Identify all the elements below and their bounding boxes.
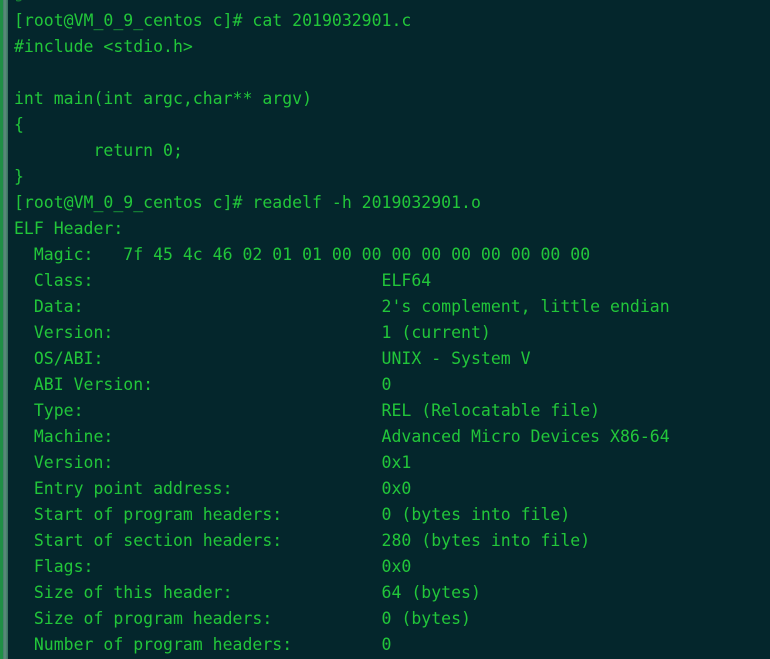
terminal-line: Flags: 0x0 [14,557,412,576]
terminal-scrollbar[interactable] [3,0,8,659]
terminal-line: Class: ELF64 [14,271,432,290]
clipped-previous-line: g [14,0,24,6]
terminal-line: [root@VM_0_9_centos c]# readelf -h 20190… [14,193,481,212]
terminal-screen[interactable]: g [root@VM_0_9_centos c]# [root@VM_0_9_c… [0,0,770,659]
terminal-line: { [14,115,24,134]
terminal-line: Data: 2's complement, little endian [14,297,670,316]
terminal-line: Machine: Advanced Micro Devices X86-64 [14,427,670,446]
terminal-line: Version: 0x1 [14,453,412,472]
terminal-line: Entry point address: 0x0 [14,479,412,498]
terminal-line: #include <stdio.h> [14,37,193,56]
terminal-line: ELF Header: [14,219,124,238]
terminal-line: Version: 1 (current) [14,323,491,342]
terminal-line: ABI Version: 0 [14,375,392,394]
terminal-line: Size of this header: 64 (bytes) [14,583,481,602]
terminal-line: return 0; [14,141,183,160]
terminal-line: int main(int argc,char** argv) [14,89,313,108]
terminal-line: Size of program headers: 0 (bytes) [14,609,471,628]
terminal-line: [root@VM_0_9_centos c]# cat 2019032901.c [14,11,412,30]
terminal-line: Start of program headers: 0 (bytes into … [14,505,571,524]
terminal-line: Number of program headers: 0 [14,635,392,654]
terminal-line: Magic: 7f 45 4c 46 02 01 01 00 00 00 00 … [14,245,601,264]
terminal-line: Start of section headers: 280 (bytes int… [14,531,591,550]
window-left-border [0,0,3,659]
terminal-line: OS/ABI: UNIX - System V [14,349,531,368]
terminal-line: } [14,167,24,186]
terminal-line: Type: REL (Relocatable file) [14,401,601,420]
terminal-window[interactable]: g [root@VM_0_9_centos c]# [root@VM_0_9_c… [0,0,770,659]
